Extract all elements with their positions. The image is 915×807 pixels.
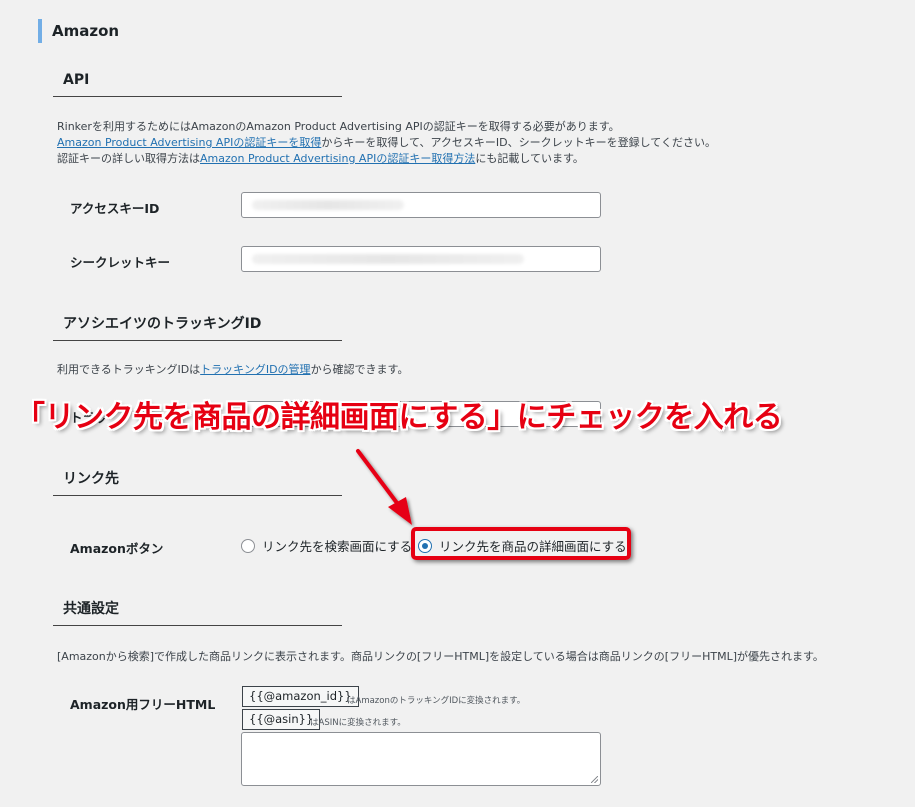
secret-key-input[interactable] xyxy=(241,246,601,272)
radio-search-page-label: リンク先を検索画面にする xyxy=(262,539,413,554)
get-auth-key-link[interactable]: Amazon Product Advertising APIの認証キーを取得 xyxy=(57,136,321,149)
free-html-textarea[interactable] xyxy=(241,732,601,786)
api-desc-line3-post: にも記載しています。 xyxy=(475,152,584,165)
link-dest-heading: リンク先 xyxy=(53,462,342,496)
secret-key-label: シークレットキー xyxy=(70,255,171,270)
access-key-label: アクセスキーID xyxy=(70,201,160,216)
amazon-id-tag-button[interactable]: {{@amazon_id}} xyxy=(242,686,359,707)
highlight-box xyxy=(411,527,631,560)
masked-value xyxy=(252,254,524,264)
amazon-button-label: Amazonボタン xyxy=(70,541,164,556)
asin-tag-button[interactable]: {{@asin}} xyxy=(242,709,321,730)
auth-key-howto-link[interactable]: Amazon Product Advertising APIの認証キー取得方法 xyxy=(200,152,475,165)
api-heading: API xyxy=(53,63,342,97)
tracking-desc-post: から確認できます。 xyxy=(310,363,409,376)
api-desc-line2: Amazon Product Advertising APIの認証キーを取得から… xyxy=(57,135,716,151)
section-title-amazon: Amazon xyxy=(38,19,119,43)
tracking-desc-pre: 利用できるトラッキングIDは xyxy=(57,363,201,376)
amazon-id-tag-note: はAmazonのトラッキングIDに変換されます。 xyxy=(347,696,526,706)
resize-handle-icon[interactable] xyxy=(591,776,598,783)
asin-tag-note: はASINに変換されます。 xyxy=(310,718,406,728)
masked-value xyxy=(252,200,404,210)
tracking-id-manage-link[interactable]: トラッキングIDの管理 xyxy=(200,363,310,376)
api-desc-line2-text: からキーを取得して、アクセスキーID、シークレットキーを登録してください。 xyxy=(321,136,716,149)
api-description: Rinkerを利用するためにはAmazonのAmazon Product Adv… xyxy=(57,119,716,167)
tracking-heading: アソシエイツのトラッキングID xyxy=(53,307,342,341)
api-desc-line3: 認証キーの詳しい取得方法はAmazon Product Advertising … xyxy=(57,151,716,167)
arrow-icon xyxy=(356,449,412,525)
free-html-label: Amazon用フリーHTML xyxy=(70,697,216,712)
radio-unchecked-icon[interactable] xyxy=(241,538,255,553)
api-desc-line3-pre: 認証キーの詳しい取得方法は xyxy=(57,152,200,165)
common-settings-heading: 共通設定 xyxy=(53,592,342,626)
access-key-input[interactable] xyxy=(241,192,601,218)
common-settings-description: [Amazonから検索]で作成した商品リンクに表示されます。商品リンクの[フリー… xyxy=(57,650,824,663)
radio-search-page[interactable]: リンク先を検索画面にする xyxy=(241,536,412,555)
tracking-description: 利用できるトラッキングIDはトラッキングIDの管理から確認できます。 xyxy=(57,362,408,378)
api-desc-line1: Rinkerを利用するためにはAmazonのAmazon Product Adv… xyxy=(57,120,620,133)
annotation-callout: 「リンク先を商品の詳細画面にする」にチェックを入れる xyxy=(15,400,783,435)
